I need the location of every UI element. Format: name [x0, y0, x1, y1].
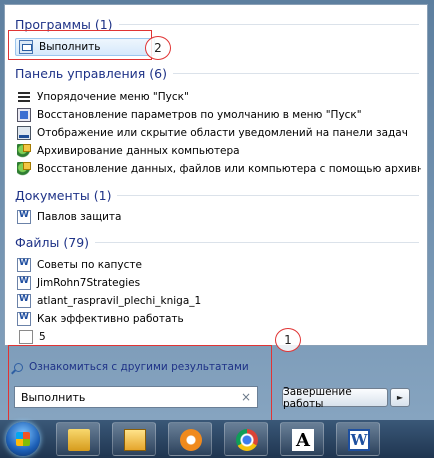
result-item-control-panel[interactable]: Отображение или скрытие области уведомле…	[17, 124, 421, 142]
folder-icon	[124, 429, 146, 451]
result-item-control-panel[interactable]: Восстановление параметров по умолчанию в…	[17, 106, 421, 124]
result-item-document[interactable]: Павлов защита	[17, 208, 421, 226]
see-more-results-link[interactable]: Ознакомиться с другими результатами	[14, 359, 249, 375]
result-label: Как эффективно работать	[37, 313, 184, 325]
taskbar-button-mail[interactable]	[168, 422, 212, 456]
result-label: Павлов защита	[37, 211, 122, 223]
divider	[117, 194, 419, 196]
result-label: Отображение или скрытие области уведомле…	[37, 127, 408, 139]
result-label: JimRohn7Strategies	[37, 277, 141, 289]
font-icon: A	[292, 429, 314, 451]
group-header-documents[interactable]: Документы (1)	[15, 186, 419, 204]
group-header-control-panel[interactable]: Панель управления (6)	[15, 64, 419, 82]
word-document-icon	[17, 210, 31, 224]
start-menu: Программы (1) Выполнить Панель управлени…	[0, 0, 434, 421]
divider	[172, 72, 419, 74]
blank-file-icon	[19, 330, 33, 344]
result-label: atlant_raspravil_plechi_kniga_1	[37, 295, 202, 307]
search-input[interactable]	[21, 390, 241, 404]
shutdown-options-button[interactable]: ►	[390, 388, 410, 407]
divider	[95, 241, 419, 243]
group-title: Файлы (79)	[15, 234, 90, 250]
group-header-files[interactable]: Файлы (79)	[15, 233, 419, 251]
annotation-marker-2: 2	[145, 36, 171, 60]
taskbar: A W	[0, 420, 434, 458]
word-document-icon	[17, 258, 31, 272]
mail-agent-icon	[180, 429, 202, 451]
word-icon: W	[348, 429, 370, 451]
result-item-file[interactable]: atlant_raspravil_plechi_kniga_1	[17, 292, 421, 310]
taskbar-button-word[interactable]: W	[336, 422, 380, 456]
result-label: Восстановление данных, файлов или компью…	[37, 163, 421, 175]
result-item-file[interactable]: Советы по капусте	[17, 256, 421, 274]
result-label: Восстановление параметров по умолчанию в…	[37, 109, 362, 121]
start-menu-settings-icon	[17, 90, 31, 104]
result-item-control-panel[interactable]: Восстановление данных, файлов или компью…	[17, 160, 421, 178]
group-title: Панель управления (6)	[15, 65, 167, 81]
result-item-file[interactable]: 5	[17, 328, 421, 345]
result-item-file[interactable]: Как эффективно работать	[17, 310, 421, 328]
word-document-icon	[17, 312, 31, 326]
result-label: Архивирование данных компьютера	[37, 145, 240, 157]
start-search-field[interactable]: ×	[14, 386, 258, 408]
backup-icon	[17, 144, 31, 158]
divider	[118, 23, 419, 25]
taskbar-button-explorer[interactable]	[56, 422, 100, 456]
notification-area-icon	[17, 126, 31, 140]
search-icon	[14, 362, 23, 372]
windows-explorer-icon	[68, 429, 90, 451]
taskbar-button-folder[interactable]	[112, 422, 156, 456]
result-item-file[interactable]: JimRohn7Strategies	[17, 274, 421, 292]
annotation-box-search	[8, 345, 272, 421]
result-item-control-panel[interactable]: Упорядочение меню "Пуск"	[17, 88, 421, 106]
shutdown-button[interactable]: Завершение работы	[282, 386, 388, 410]
result-label: Советы по капусте	[37, 259, 142, 271]
taskbar-button-fonts[interactable]: A	[280, 422, 324, 456]
clear-search-icon[interactable]: ×	[241, 390, 251, 404]
word-document-icon	[17, 276, 31, 290]
annotation-box-run	[8, 30, 152, 60]
taskbar-button-chrome[interactable]	[224, 422, 268, 456]
result-label: 5	[39, 331, 46, 343]
restore-defaults-icon	[17, 108, 31, 122]
word-document-icon	[17, 294, 31, 308]
group-title: Документы (1)	[15, 187, 112, 203]
result-label: Упорядочение меню "Пуск"	[37, 91, 189, 103]
start-button[interactable]	[6, 422, 40, 456]
backup-restore-icon	[17, 162, 31, 176]
see-more-label: Ознакомиться с другими результатами	[29, 361, 249, 373]
chrome-icon	[236, 429, 258, 451]
annotation-marker-1: 1	[275, 328, 301, 352]
result-item-control-panel[interactable]: Архивирование данных компьютера	[17, 142, 421, 160]
